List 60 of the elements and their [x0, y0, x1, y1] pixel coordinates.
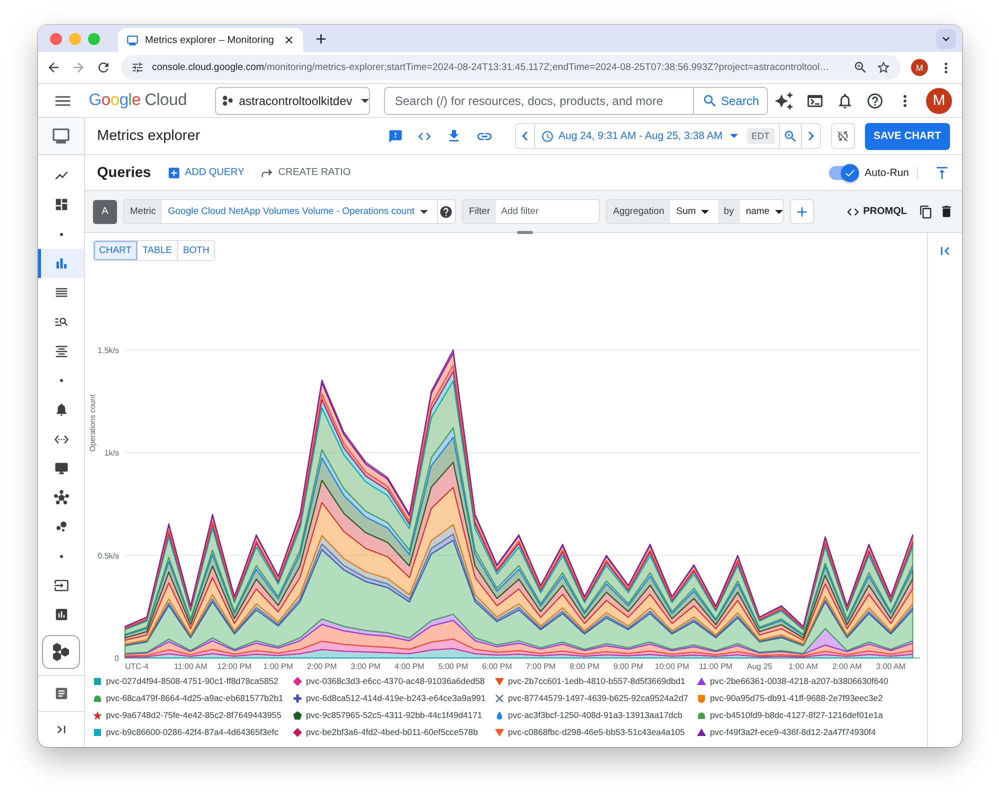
legend-label: pvc-90a95d75-db91-41ff-9688-2e7f93eec3e2: [710, 693, 883, 703]
legend-label: pvc-be2bf3a6-4fd2-4bed-b011-60ef5cce578b: [306, 727, 478, 737]
query-letter: A: [93, 200, 117, 224]
legend-label: pvc-027d4f94-8508-4751-90c1-ff8d78ca5852: [106, 676, 278, 686]
legend-label: pvc-2b7cc601-1edb-4810-b557-8d5f3669dbd1: [508, 676, 686, 686]
legend-label: pvc-0368c3d3-e6cc-4370-ac48-91036a6ded58: [306, 676, 485, 686]
x-tick-label: 1:00 AM: [788, 662, 818, 671]
legend-label: pvc-68ca479f-8664-4d25-a9ac-eb681577b2b1: [106, 693, 284, 703]
x-tick-label: 9:00 PM: [613, 662, 644, 671]
x-tick-label: 5:00 PM: [438, 662, 468, 671]
x-tick-label: 11:00 AM: [174, 662, 208, 671]
page-title: Metrics explorer: [97, 128, 200, 144]
search-button[interactable]: Search: [692, 88, 767, 114]
account-avatar[interactable]: M: [926, 88, 952, 114]
x-tick-label: 3:00 PM: [350, 662, 381, 671]
time-range-button[interactable]: Aug 24, 9:31 AM - Aug 25, 3:38 AM: [535, 130, 747, 142]
x-tick-label: 10:00 PM: [654, 662, 690, 671]
auto-run-label: Auto-Run: [864, 166, 918, 178]
timezone-label: UTC-4: [125, 662, 149, 671]
search-field[interactable]: Search (/) for resources, docs, products, and more Search: [384, 86, 768, 114]
create-ratio-button[interactable]: CREATE RATIO: [260, 166, 351, 180]
y-tick-label: 0.5k/s: [98, 551, 119, 560]
x-tick-label: 8:00 PM: [570, 662, 600, 671]
promql-button[interactable]: PROMQL: [840, 204, 913, 220]
timezone-badge: EDT: [746, 128, 775, 144]
view-tab[interactable]: CHART: [94, 241, 138, 260]
x-tick-label: 1:00 PM: [263, 662, 294, 671]
browser-tab[interactable]: Metrics explorer – Monitoring: [118, 28, 303, 52]
legend-label: pvc-f49f3a2f-ece9-436f-8d12-2a47f74930f4: [710, 727, 876, 737]
google-cloud-logo[interactable]: Google Cloud: [88, 91, 187, 110]
legend-label: pvc-b9c86600-0286-42f4-87a4-4d64365f3efc: [106, 727, 278, 737]
x-tick-label: 7:00 PM: [526, 662, 556, 671]
legend-label: pvc-b4510fd9-b8dc-4127-8f27-1216def01e1a: [710, 710, 883, 720]
y-tick-label: 1.5k/s: [98, 346, 119, 355]
x-tick-label: 2:00 AM: [832, 662, 862, 671]
x-tick-label: 4:00 PM: [394, 662, 424, 671]
address-bar[interactable]: console.cloud.google.com/monitoring/metrics-explorer;startTime=2024-08-24T13:31:45.117Z;endTime=2024-08-25T07:38:56.993Z?project=astracontroltool…: [121, 55, 901, 80]
profile-avatar[interactable]: M: [911, 59, 928, 76]
x-tick-label: 11:00 PM: [698, 662, 733, 671]
add-query-button[interactable]: ADD QUERY: [167, 166, 244, 180]
x-tick-label: 3:00 AM: [876, 662, 906, 671]
legend-label: pvc-ac3f3bcf-1250-408d-91a3-13913aa17dcb: [508, 710, 682, 720]
y-tick-label: 0: [114, 654, 119, 663]
metric-select[interactable]: Metric Google Cloud NetApp Volumes Volume - Operations count: [123, 199, 456, 224]
x-tick-label: Aug 25: [746, 662, 772, 671]
legend-label: pvc-6d8ca512-414d-419e-b243-e64ce3a9a991: [306, 693, 486, 703]
save-chart-button[interactable]: SAVE CHART: [864, 122, 950, 150]
legend-label: pvc-2be66361-0038-4218-a207-b3806630f640: [710, 676, 888, 686]
legend-label: pvc-87744579-1497-4639-b625-92ca9524a2d7: [508, 693, 688, 703]
project-selector[interactable]: astracontroltoolkitdev: [214, 86, 370, 114]
x-tick-label: 12:00 PM: [217, 662, 252, 671]
legend-label: pvc-9a6748d2-75fe-4e42-85c2-8f7649443955: [106, 710, 282, 720]
filter-field[interactable]: Filter Add filter: [462, 199, 600, 224]
legend-label: pvc-9c857965-52c5-4311-92bb-44c1f49d4171: [306, 710, 482, 720]
aggregation-select[interactable]: Aggregation Sum by name: [606, 199, 784, 224]
legend-label: pvc-c0868fbc-d298-46e5-bb53-51c43ea4a105: [508, 727, 685, 737]
x-tick-label: 6:00 PM: [482, 662, 512, 671]
queries-title: Queries: [97, 164, 151, 180]
x-tick-label: 2:00 PM: [307, 662, 337, 671]
y-tick-label: 1k/s: [104, 448, 119, 458]
